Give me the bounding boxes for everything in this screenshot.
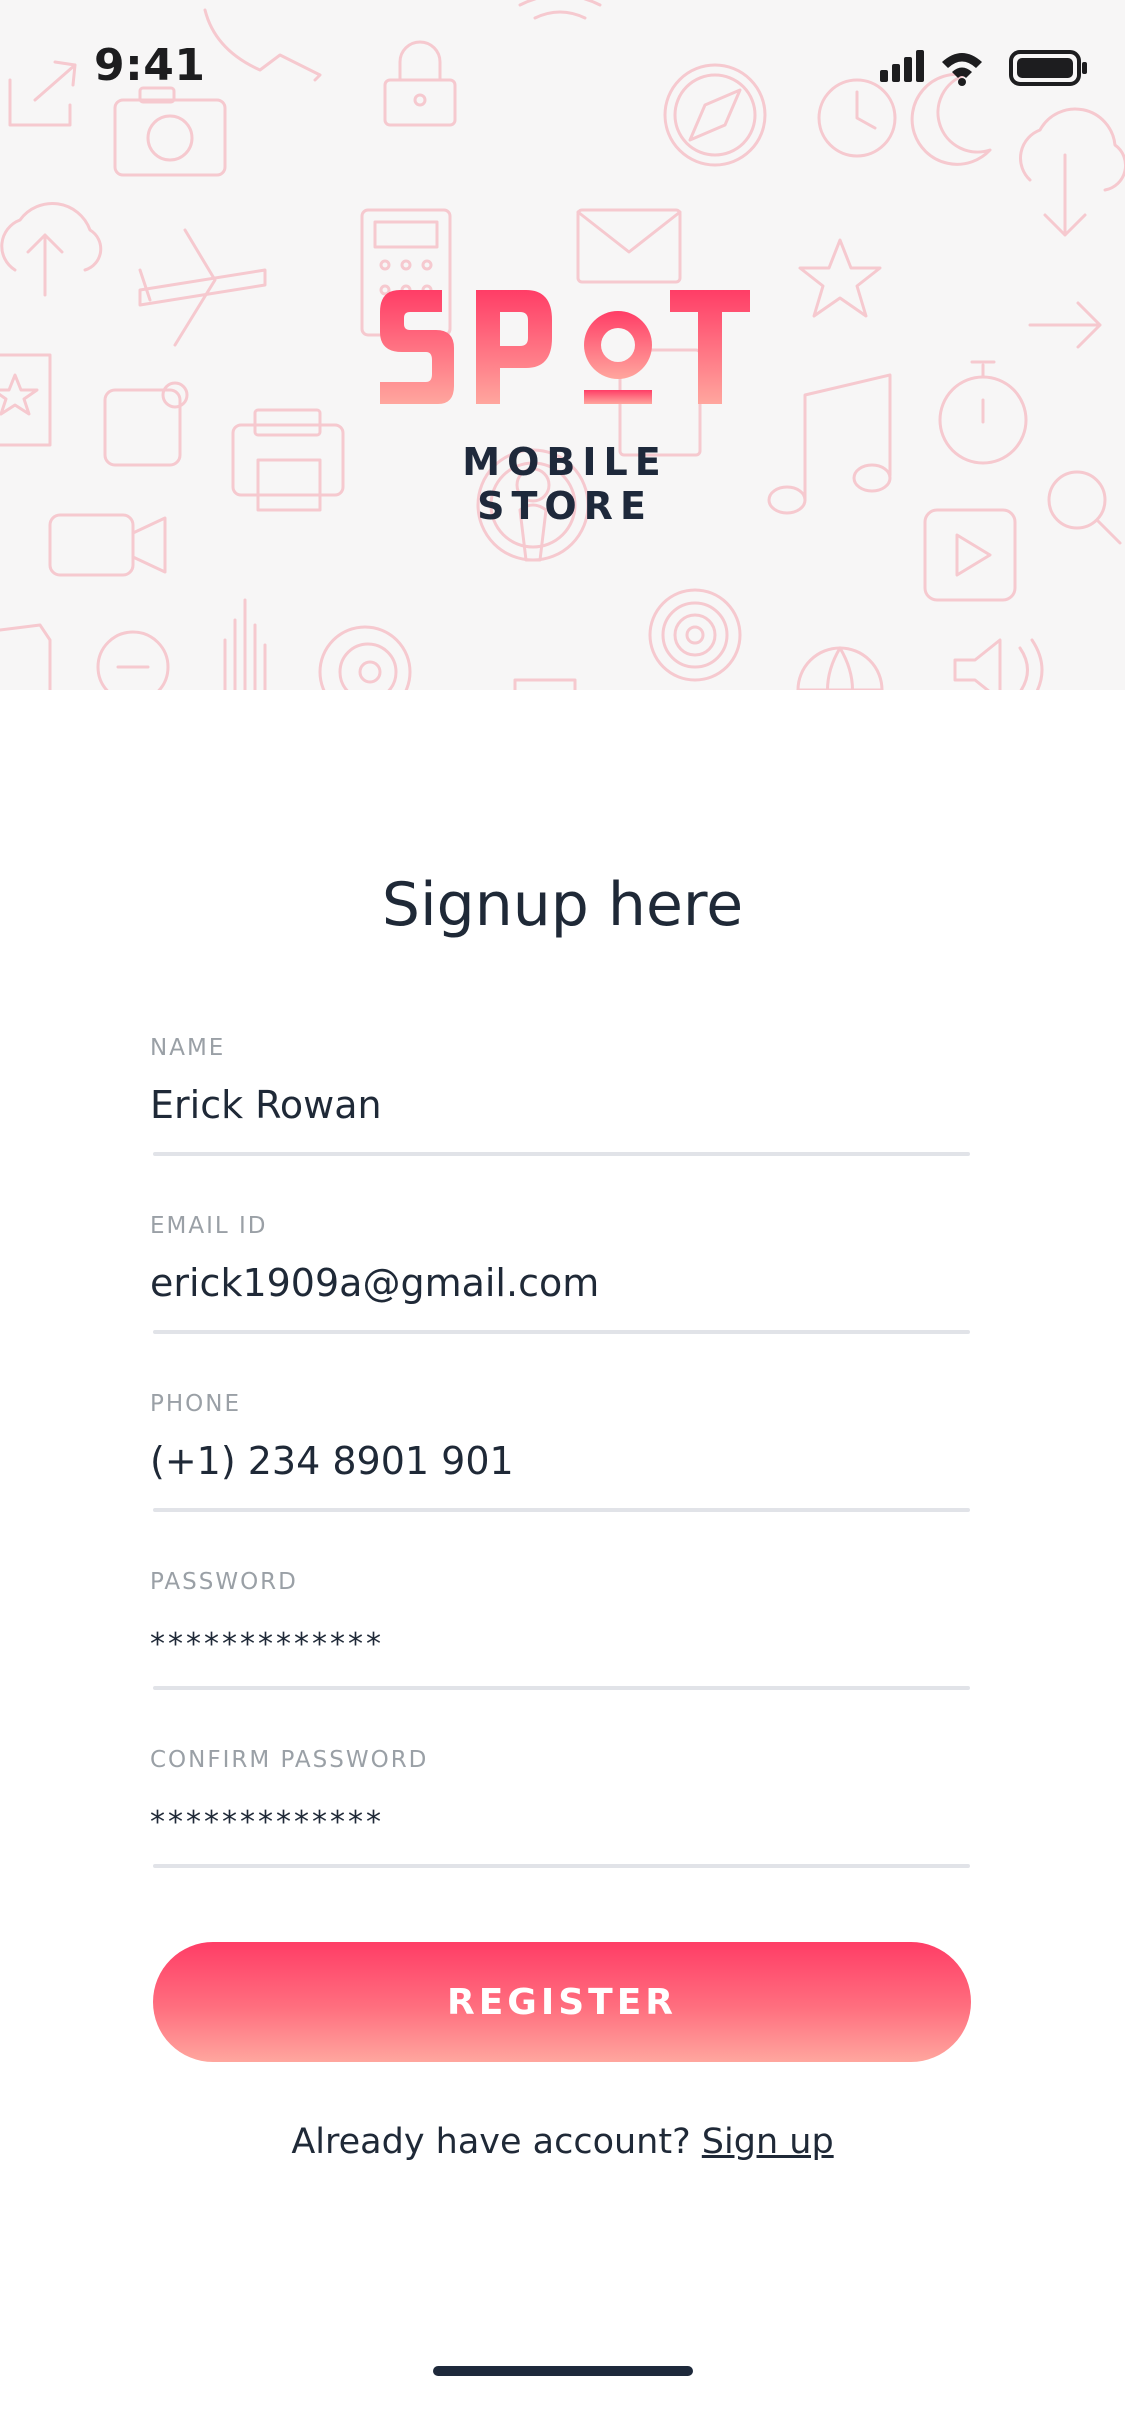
email-underline [153, 1330, 970, 1334]
password-input[interactable] [150, 1627, 970, 1662]
signin-prompt-text: Already have account? [291, 2122, 702, 2162]
email-label: EMAIL ID [150, 1213, 268, 1239]
email-input[interactable] [150, 1261, 970, 1305]
confirm-password-label: CONFIRM PASSWORD [150, 1747, 429, 1773]
confirm-password-field: CONFIRM PASSWORD [150, 1747, 970, 1877]
status-indicators [880, 50, 1087, 86]
status-time: 9:41 [94, 40, 206, 91]
name-underline [153, 1152, 970, 1156]
page-title: Signup here [381, 870, 744, 940]
register-button[interactable]: REGISTER [153, 1942, 971, 2062]
wifi-icon [942, 53, 982, 86]
signup-screen: 9:41 MOBILE STORE Signup here NAME Erick… [0, 0, 1125, 2436]
phone-underline [153, 1508, 970, 1512]
password-underline [153, 1686, 970, 1690]
logo-subtitle: MOBILE STORE [462, 440, 668, 528]
phone-label: PHONE [150, 1391, 242, 1417]
password-label: PASSWORD [150, 1569, 298, 1595]
hero-header: 9:41 MOBILE STORE [0, 0, 1125, 690]
confirm-password-input[interactable] [150, 1805, 970, 1840]
confirm-password-underline [153, 1864, 970, 1868]
signup-link[interactable]: Sign up [702, 2122, 834, 2162]
name-label: NAME [150, 1035, 226, 1061]
spot-logo: MOBILE STORE [380, 290, 750, 528]
signin-prompt: Already have account? Sign up [0, 2122, 1125, 2162]
home-indicator[interactable] [433, 2366, 693, 2376]
name-input[interactable] [150, 1083, 970, 1127]
phone-input[interactable] [150, 1439, 970, 1483]
spot-wordmark-logo [380, 290, 750, 404]
password-field: PASSWORD [150, 1569, 970, 1699]
phone-field: PHONE [150, 1391, 970, 1521]
battery-icon [1009, 50, 1087, 86]
name-field: NAME [150, 1035, 970, 1165]
email-field: EMAIL ID [150, 1213, 970, 1343]
cellular-signal-icon [880, 50, 924, 82]
